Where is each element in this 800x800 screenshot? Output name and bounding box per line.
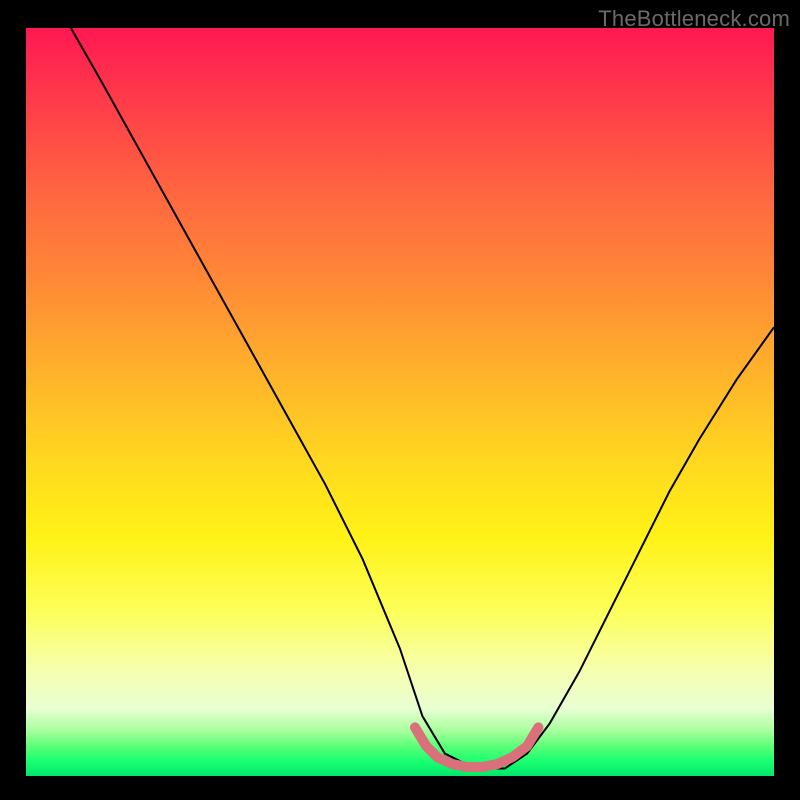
main-curve-path — [71, 28, 774, 769]
chart-svg — [26, 28, 774, 776]
watermark-text: TheBottleneck.com — [598, 6, 790, 32]
